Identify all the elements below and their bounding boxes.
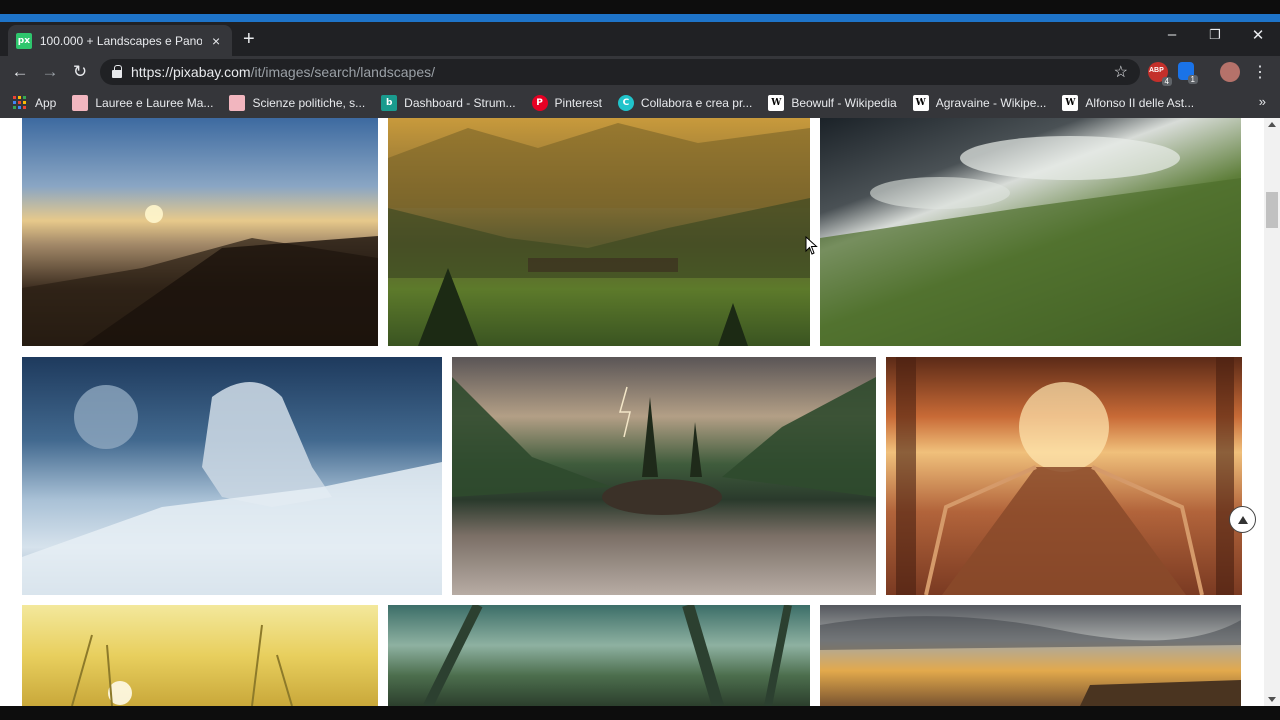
bookmark-agravaine[interactable]: W Agravaine - Wikipe... bbox=[912, 95, 1047, 111]
address-bar[interactable]: https://pixabay.com/it/images/search/lan… bbox=[100, 59, 1140, 85]
profile-avatar[interactable] bbox=[1220, 62, 1240, 82]
wikipedia-favicon: W bbox=[1062, 95, 1079, 111]
wikipedia-favicon: W bbox=[912, 95, 929, 111]
bookmark-dashboard[interactable]: b Dashboard - Strum... bbox=[381, 95, 516, 111]
screen-top-border bbox=[0, 0, 1280, 14]
bookmark-label: Scienze politiche, s... bbox=[252, 96, 366, 110]
bookmark-alfonso[interactable]: W Alfonso II delle Ast... bbox=[1062, 95, 1194, 111]
bookmark-label: Lauree e Lauree Ma... bbox=[95, 96, 214, 110]
image-sunset-mountain-clouds[interactable] bbox=[22, 118, 378, 346]
browser-chrome: px 100.000 + Landscapes e Panoram × + – … bbox=[0, 22, 1280, 118]
bitly-favicon: b bbox=[381, 95, 398, 111]
abp-extension-icon[interactable]: ABP 4 bbox=[1148, 62, 1172, 86]
scroll-up-arrow-icon[interactable] bbox=[1268, 122, 1276, 127]
image-misty-forest-trees[interactable] bbox=[388, 605, 810, 706]
screen: px 100.000 + Landscapes e Panoram × + – … bbox=[0, 0, 1280, 720]
bookmark-label: Collabora e crea pr... bbox=[640, 96, 753, 110]
bookmark-canva[interactable]: C Collabora e crea pr... bbox=[617, 95, 753, 111]
image-bridge-glowing-forest[interactable] bbox=[886, 357, 1242, 595]
image-misty-green-hills[interactable] bbox=[820, 118, 1241, 346]
pixabay-favicon: px bbox=[16, 32, 32, 49]
abp-badge: 4 bbox=[1161, 77, 1172, 86]
bookmark-lauree[interactable]: Lauree e Lauree Ma... bbox=[72, 95, 213, 111]
url-host: https://pixabay.com bbox=[131, 64, 251, 80]
bookmark-label: Dashboard - Strum... bbox=[404, 96, 516, 110]
pinterest-favicon: P bbox=[531, 95, 548, 111]
mouse-cursor-icon bbox=[805, 236, 818, 255]
restore-button[interactable]: ❐ bbox=[1200, 27, 1230, 43]
bookmark-pinterest[interactable]: P Pinterest bbox=[531, 95, 602, 111]
back-button[interactable]: ← bbox=[9, 62, 31, 82]
tab-close-icon[interactable]: × bbox=[208, 33, 224, 49]
apps-grid-icon bbox=[12, 95, 28, 111]
image-giant-stone-statue-snow[interactable] bbox=[22, 357, 442, 595]
bookmark-label: Agravaine - Wikipe... bbox=[935, 96, 1047, 110]
scroll-to-top-button[interactable] bbox=[1229, 506, 1256, 533]
scroll-down-arrow-icon[interactable] bbox=[1268, 697, 1276, 702]
unibo-favicon bbox=[72, 95, 89, 111]
image-lake-island-storm[interactable] bbox=[452, 357, 876, 595]
bookmarks-overflow-icon[interactable]: » bbox=[1259, 94, 1266, 109]
screen-bottom-border bbox=[0, 706, 1280, 720]
bookmark-star-icon[interactable]: ☆ bbox=[1114, 62, 1128, 82]
url-path: /it/images/search/landscapes/ bbox=[250, 64, 436, 80]
bookmark-app[interactable]: App bbox=[12, 95, 56, 111]
bookmark-label: Beowulf - Wikipedia bbox=[791, 96, 897, 110]
bookmark-label: Pinterest bbox=[554, 96, 602, 110]
bookmarks-bar: App Lauree e Lauree Ma... Scienze politi… bbox=[0, 88, 1280, 118]
reload-button[interactable]: ↻ bbox=[69, 62, 91, 82]
browser-toolbar: ← → ↻ https://pixabay.com/it/images/sear… bbox=[0, 56, 1280, 88]
minimize-button[interactable]: – bbox=[1157, 26, 1187, 43]
canva-favicon: C bbox=[617, 95, 634, 111]
shield-extension-icon[interactable]: 1 bbox=[1178, 62, 1198, 84]
image-golden-valley-village[interactable] bbox=[388, 118, 810, 346]
browser-menu-icon[interactable]: ⋮ bbox=[1249, 62, 1271, 82]
shield-badge: 1 bbox=[1187, 75, 1198, 84]
arrow-up-icon bbox=[1237, 515, 1248, 524]
bookmark-label: App bbox=[35, 96, 57, 110]
bookmark-beowulf[interactable]: W Beowulf - Wikipedia bbox=[768, 95, 897, 111]
bookmark-scienze-politiche[interactable]: Scienze politiche, s... bbox=[229, 95, 365, 111]
tab-strip: px 100.000 + Landscapes e Panoram × + – … bbox=[0, 22, 1280, 56]
window-title-accent bbox=[0, 14, 1280, 22]
tab-title: 100.000 + Landscapes e Panoram bbox=[39, 33, 203, 48]
tab-pixabay[interactable]: px 100.000 + Landscapes e Panoram × bbox=[8, 25, 232, 56]
unibo-favicon bbox=[229, 95, 246, 111]
pixabay-results-page bbox=[0, 118, 1264, 706]
lock-icon[interactable] bbox=[112, 65, 122, 78]
bookmark-label: Alfonso II delle Ast... bbox=[1085, 96, 1195, 110]
new-tab-button[interactable]: + bbox=[243, 29, 255, 49]
image-golden-sky-cliffs[interactable] bbox=[820, 605, 1241, 706]
close-window-button[interactable]: ✕ bbox=[1243, 26, 1273, 44]
abp-extension-label: ABP bbox=[1149, 67, 1164, 74]
wikipedia-favicon: W bbox=[768, 95, 785, 111]
forward-button[interactable]: → bbox=[39, 62, 61, 82]
scrollbar-thumb[interactable] bbox=[1266, 192, 1278, 228]
page-scrollbar[interactable] bbox=[1264, 118, 1280, 706]
image-wheat-field-sunset[interactable] bbox=[22, 605, 378, 706]
